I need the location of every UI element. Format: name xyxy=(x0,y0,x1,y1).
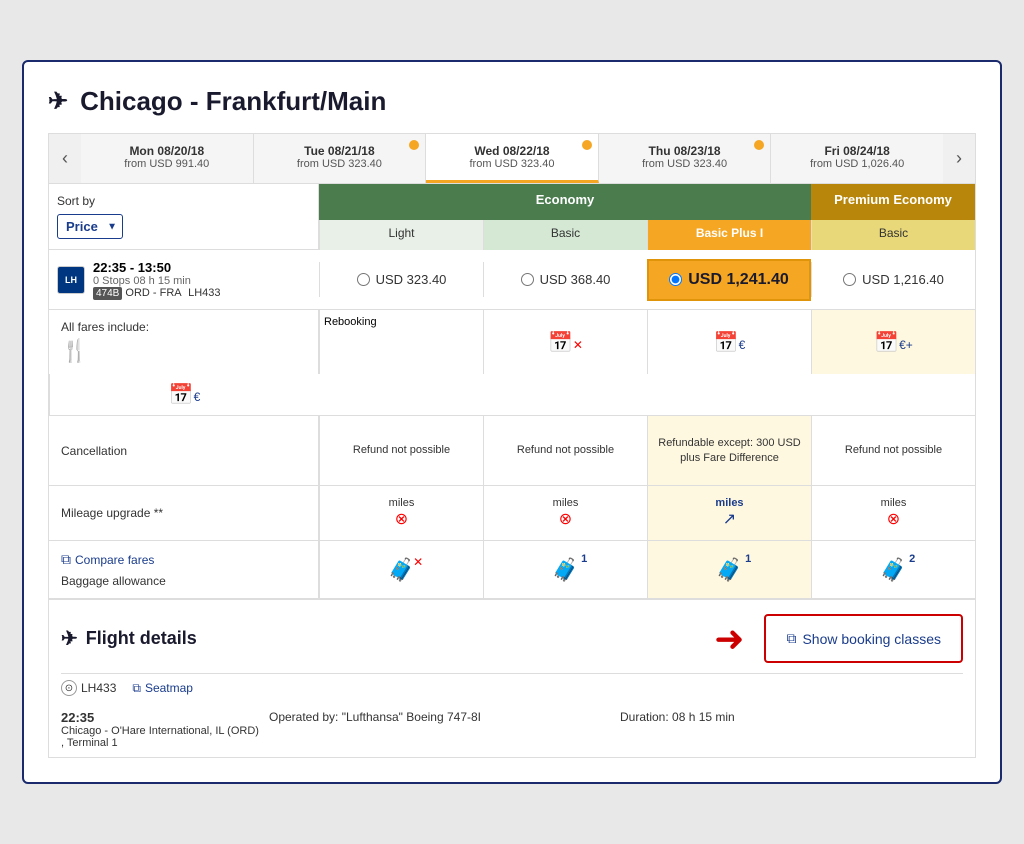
header-grid: Sort by Price Economy Premium Economy Li… xyxy=(49,184,975,250)
flight-number: ⊙ LH433 xyxy=(61,680,116,696)
bag-icon-prem: 🧳 xyxy=(880,557,907,582)
flight-details-block: 22:35 - 13:50 0 Stops 08 h 15 min 474B O… xyxy=(93,260,221,299)
baggage-label: Baggage allowance xyxy=(61,574,306,588)
sort-select[interactable]: Price xyxy=(57,214,123,239)
rebooking-prem-basic: 📅€ xyxy=(49,374,319,415)
sort-select-wrap: Price xyxy=(57,214,123,239)
radio-basic[interactable] xyxy=(521,273,534,286)
prev-date-button[interactable]: ‹ xyxy=(49,134,81,183)
sort-area: Sort by Price xyxy=(49,184,319,250)
cancellation-prem-basic: Refund not possible xyxy=(811,416,975,485)
booking-icon: ⧉ xyxy=(786,630,796,647)
bag-count-basic: 1 xyxy=(581,553,587,565)
calendar-euro-icon: 📅€ xyxy=(714,330,746,355)
bag-icon-light: 🧳 xyxy=(388,557,415,582)
plane-icon-2: ✈ xyxy=(61,626,78,651)
calendar-euro-plus-icon: 📅€+ xyxy=(874,330,913,355)
dot-2 xyxy=(582,140,592,150)
cancellation-row: Cancellation Refund not possible Refund … xyxy=(49,416,975,486)
compare-fares-link[interactable]: ⧉ Compare fares xyxy=(61,551,306,568)
subheader-basic: Basic xyxy=(483,220,647,251)
date-tabs: Mon 08/20/18 from USD 991.40 Tue 08/21/1… xyxy=(81,134,943,183)
plane-icon: ✈ xyxy=(48,87,68,116)
radio-prem-basic[interactable] xyxy=(843,273,856,286)
cancellation-basic: Refund not possible xyxy=(483,416,647,485)
bag-count-prem: 2 xyxy=(909,553,915,565)
duration-info: Duration: 08 h 15 min xyxy=(620,710,963,749)
price-light[interactable]: USD 323.40 xyxy=(319,262,483,297)
calendar-x-icon: 📅✕ xyxy=(548,330,583,355)
price-basic[interactable]: USD 368.40 xyxy=(483,262,647,297)
date-tab-4[interactable]: Fri 08/24/18 from USD 1,026.40 xyxy=(771,134,943,183)
economy-header: Economy xyxy=(319,184,811,220)
mileage-prem-basic: miles ⊗ xyxy=(811,486,975,540)
dining-icon: 🍴 xyxy=(61,338,306,364)
seatmap-link[interactable]: ⧉ Seatmap xyxy=(132,681,193,696)
date-tab-1[interactable]: Tue 08/21/18 from USD 323.40 xyxy=(254,134,427,183)
date-tab-3[interactable]: Thu 08/23/18 from USD 323.40 xyxy=(599,134,772,183)
subheader-prem-basic: Basic xyxy=(811,220,975,251)
bag-count-basic-plus: 1 xyxy=(745,553,751,565)
date-tab-2[interactable]: Wed 08/22/18 from USD 323.40 xyxy=(426,134,599,183)
mileage-light: miles ⊗ xyxy=(319,486,483,540)
cancellation-basic-plus: Refundable except: 300 USD plus Fare Dif… xyxy=(647,416,811,485)
subheader-light: Light xyxy=(319,220,483,251)
flight-row: LH 22:35 - 13:50 0 Stops 08 h 15 min 474… xyxy=(49,250,975,310)
bag-x-icon: ✕ xyxy=(413,555,423,569)
baggage-label-cell: ⧉ Compare fares Baggage allowance xyxy=(49,541,319,598)
calendar-euro-2-icon: 📅€ xyxy=(169,382,201,407)
baggage-prem-basic: 🧳 2 xyxy=(811,541,975,598)
baggage-light: 🧳 ✕ xyxy=(319,541,483,598)
compare-icon: ⧉ xyxy=(61,551,71,568)
show-booking-classes-button[interactable]: ⧉ Show booking classes xyxy=(764,614,963,663)
price-basic-plus[interactable]: USD 1,241.40 xyxy=(647,259,811,301)
radio-basic-plus[interactable] xyxy=(669,273,682,286)
departure-info: 22:35 Chicago - O'Hare International, IL… xyxy=(61,710,261,749)
main-card: ✈ Chicago - Frankfurt/Main ‹ Mon 08/20/1… xyxy=(22,60,1002,784)
operated-info: Operated by: "Lufthansa" Boeing 747-8I xyxy=(269,710,612,749)
flight-details-header: ✈ Flight details ➜ ⧉ Show booking classe… xyxy=(61,614,963,663)
badge: 474B xyxy=(93,287,122,300)
rebooking-label-cell: Rebooking xyxy=(319,310,483,374)
arrow-button-row: ➜ ⧉ Show booking classes xyxy=(512,614,963,663)
premium-economy-header: Premium Economy xyxy=(811,184,975,220)
mileage-basic: miles ⊗ xyxy=(483,486,647,540)
subheader-basic-plus: Basic Plus I xyxy=(647,220,811,251)
bag-icon-basic-plus: 🧳 xyxy=(716,557,743,582)
all-fares-cell: All fares include: 🍴 xyxy=(49,310,319,374)
price-prem-basic[interactable]: USD 1,216.40 xyxy=(811,262,975,297)
bag-icon-basic: 🧳 xyxy=(552,557,579,582)
date-tab-0[interactable]: Mon 08/20/18 from USD 991.40 xyxy=(81,134,254,183)
mileage-row: Mileage upgrade ** miles ⊗ miles ⊗ miles… xyxy=(49,486,975,541)
page-title: ✈ Chicago - Frankfurt/Main xyxy=(48,86,976,117)
baggage-basic: 🧳 1 xyxy=(483,541,647,598)
baggage-basic-plus: 🧳 1 xyxy=(647,541,811,598)
baggage-row: ⧉ Compare fares Baggage allowance 🧳 ✕ 🧳 … xyxy=(49,541,975,599)
main-content: Sort by Price Economy Premium Economy Li… xyxy=(48,184,976,758)
flight-details-section: ✈ Flight details ➜ ⧉ Show booking classe… xyxy=(49,599,975,757)
date-navigation: ‹ Mon 08/20/18 from USD 991.40 Tue 08/21… xyxy=(48,133,976,184)
red-arrow-icon: ➜ xyxy=(714,618,744,660)
next-date-button[interactable]: › xyxy=(943,134,975,183)
seatmap-icon: ⧉ xyxy=(132,681,141,696)
cancellation-light: Refund not possible xyxy=(319,416,483,485)
flight-details-title: ✈ Flight details xyxy=(61,626,512,651)
cancellation-label-cell: Cancellation xyxy=(49,416,319,485)
rebooking-row: All fares include: 🍴 Rebooking 📅✕ 📅€ 📅€+… xyxy=(49,310,975,416)
flight-sub-row: ⊙ LH433 ⧉ Seatmap xyxy=(61,673,963,702)
mileage-basic-plus: miles ↗ xyxy=(647,486,811,540)
flight-detail-info: 22:35 Chicago - O'Hare International, IL… xyxy=(61,702,963,757)
radio-light[interactable] xyxy=(357,273,370,286)
circle-icon: ⊙ xyxy=(61,680,77,696)
airline-logo: LH xyxy=(57,266,85,294)
mileage-label-cell: Mileage upgrade ** xyxy=(49,486,319,540)
rebooking-basic: 📅€ xyxy=(647,310,811,374)
rebooking-basic-plus: 📅€+ xyxy=(811,310,975,374)
rebooking-light: 📅✕ xyxy=(483,310,647,374)
flight-info: LH 22:35 - 13:50 0 Stops 08 h 15 min 474… xyxy=(49,250,319,309)
